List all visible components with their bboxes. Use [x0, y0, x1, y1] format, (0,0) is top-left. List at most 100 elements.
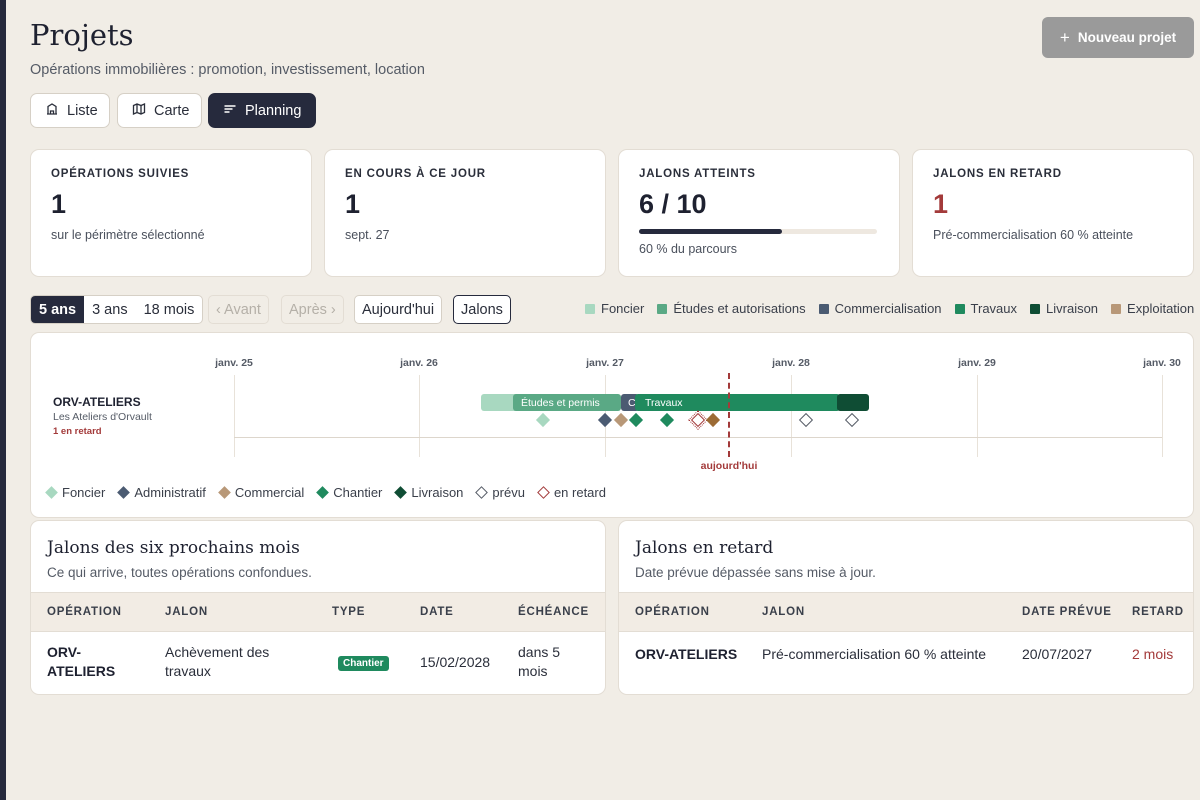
swatch-livraison	[1030, 303, 1041, 314]
column-header[interactable]: ÉCHÉANCE	[518, 606, 589, 618]
upcoming-panel: Jalons des six prochains mois Ce qui arr…	[30, 520, 606, 695]
legend-item: Livraison	[1030, 301, 1098, 316]
timeline-baseline	[234, 437, 1162, 438]
operation-code[interactable]: ORV-ATELIERS	[53, 395, 141, 409]
legend-label: Commercialisation	[834, 301, 942, 316]
swatch-foncier	[585, 303, 595, 314]
kpi-value: 6 / 10	[639, 189, 707, 219]
tab-carte[interactable]: Carte	[117, 93, 202, 128]
building-icon	[45, 102, 59, 120]
cell-operation[interactable]: ORV-ATELIERS	[47, 643, 117, 681]
cell-delay: 2 mois	[1132, 646, 1174, 662]
column-header[interactable]: OPÉRATION	[635, 606, 710, 618]
phase-bar-etudes[interactable]: Études et permis	[513, 394, 621, 411]
gridline	[234, 375, 235, 457]
tab-liste-label: Liste	[67, 102, 98, 119]
legend-item: Travaux	[954, 301, 1018, 316]
panel-title: Jalons en retard	[635, 538, 774, 558]
page-subtitle: Opérations immobilières : promotion, inv…	[30, 62, 425, 78]
column-header[interactable]: JALON	[165, 606, 208, 618]
column-header[interactable]: DATE	[420, 606, 454, 618]
cell-operation[interactable]: ORV-ATELIERS	[635, 645, 737, 664]
kpi-label: OPÉRATIONS SUIVIES	[51, 168, 190, 180]
prev-button[interactable]: ‹ Avant	[208, 295, 269, 324]
gridline	[1162, 375, 1163, 457]
kpi-card-en-cours: EN COURS À CE JOUR 1 sept. 27	[324, 149, 606, 277]
tab-planning[interactable]: Planning	[208, 93, 316, 128]
legend-item: Administratif	[117, 485, 206, 500]
legend-label: en retard	[553, 485, 606, 500]
legend-label: Livraison	[411, 485, 464, 500]
tick-label: janv. 25	[215, 357, 253, 369]
diamond-late-icon	[537, 486, 550, 499]
kpi-value: 1	[51, 189, 67, 219]
milestone-chantier[interactable]	[659, 412, 675, 428]
milestone-late[interactable]	[688, 410, 708, 430]
legend-item: Commercialisation	[818, 301, 942, 316]
column-header[interactable]: OPÉRATION	[47, 606, 122, 618]
legend-label: Chantier	[333, 485, 383, 500]
kpi-value: 1	[345, 189, 361, 219]
milestone-administratif[interactable]	[597, 412, 613, 428]
legend-label: Commercial	[234, 485, 305, 500]
milestone-planned[interactable]	[844, 412, 860, 428]
range-3-ans[interactable]: 3 ans	[84, 296, 135, 323]
tab-liste[interactable]: Liste	[30, 93, 110, 128]
next-button[interactable]: Après ›	[281, 295, 344, 324]
swatch-commercialisation	[818, 303, 829, 314]
legend-item: Livraison	[394, 485, 464, 500]
kpi-note: sur le périmètre sélectionné	[51, 228, 205, 242]
column-header[interactable]: DATE PRÉVUE	[1022, 606, 1112, 618]
column-header[interactable]: TYPE	[332, 606, 365, 618]
tab-carte-label: Carte	[154, 102, 190, 119]
range-18-mois[interactable]: 18 mois	[136, 296, 203, 323]
kpi-card-jalons-retard: JALONS EN RETARD 1 Pré-commercialisation…	[912, 149, 1194, 277]
cell-milestone: Pré-commercialisation 60 % atteinte	[762, 646, 987, 662]
tab-planning-label: Planning	[245, 102, 302, 119]
new-project-button[interactable]: + Nouveau projet	[1042, 17, 1194, 58]
diamond-hollow-icon	[475, 486, 489, 499]
kpi-label: JALONS EN RETARD	[933, 168, 1062, 180]
phase-legend: Foncier Études et autorisations Commerci…	[585, 301, 1194, 316]
diamond-icon	[394, 486, 408, 499]
phase-bar-livraison[interactable]	[837, 394, 869, 411]
legend-item: prévu	[475, 485, 525, 500]
cell-planned-date: 20/07/2027	[1022, 646, 1093, 662]
legend-item: Exploitation	[1111, 301, 1194, 316]
legend-item: Études et autorisations	[657, 301, 806, 316]
milestone-commercial[interactable]	[705, 412, 721, 428]
cell-date: 15/02/2028	[420, 654, 491, 670]
operation-late-count: 1 en retard	[53, 426, 102, 437]
tick-label: janv. 26	[400, 357, 438, 369]
milestone-legend: Foncier Administratif Commercial Chantie…	[45, 485, 606, 500]
tick-label: janv. 30	[1143, 357, 1181, 369]
milestones-toggle[interactable]: Jalons	[453, 295, 511, 324]
milestone-chantier[interactable]	[628, 412, 644, 428]
swatch-exploitation	[1111, 303, 1122, 314]
kpi-note: Pré-commercialisation 60 % atteinte	[933, 228, 1134, 242]
milestone-foncier[interactable]	[535, 412, 551, 428]
cell-milestone: Achèvement des travaux	[165, 644, 270, 679]
milestone-planned[interactable]	[798, 412, 814, 428]
gridline	[419, 375, 420, 457]
column-header[interactable]: JALON	[762, 606, 805, 618]
gridline	[791, 375, 792, 457]
today-button[interactable]: Aujourd'hui	[354, 295, 443, 324]
kpi-card-jalons-atteints: JALONS ATTEINTS 6 / 10 60 % du parcours	[618, 149, 900, 277]
kpi-note: sept. 27	[345, 228, 390, 242]
operation-name: Les Ateliers d'Orvault	[53, 411, 152, 423]
phase-bar-travaux[interactable]: Travaux	[635, 394, 840, 411]
range-5-ans[interactable]: 5 ans	[31, 296, 85, 323]
legend-label: Travaux	[970, 301, 1018, 316]
legend-item: Chantier	[316, 485, 383, 500]
new-project-label: Nouveau projet	[1077, 30, 1177, 45]
tick-label: janv. 29	[958, 357, 996, 369]
plus-icon: +	[1059, 27, 1070, 47]
today-marker	[728, 373, 730, 457]
swatch-travaux	[954, 303, 965, 314]
milestone-commercial[interactable]	[613, 412, 629, 428]
legend-label: Exploitation	[1127, 301, 1195, 316]
column-header[interactable]: RETARD	[1132, 606, 1184, 618]
legend-item: Foncier	[585, 301, 644, 316]
legend-label: Administratif	[134, 485, 206, 500]
